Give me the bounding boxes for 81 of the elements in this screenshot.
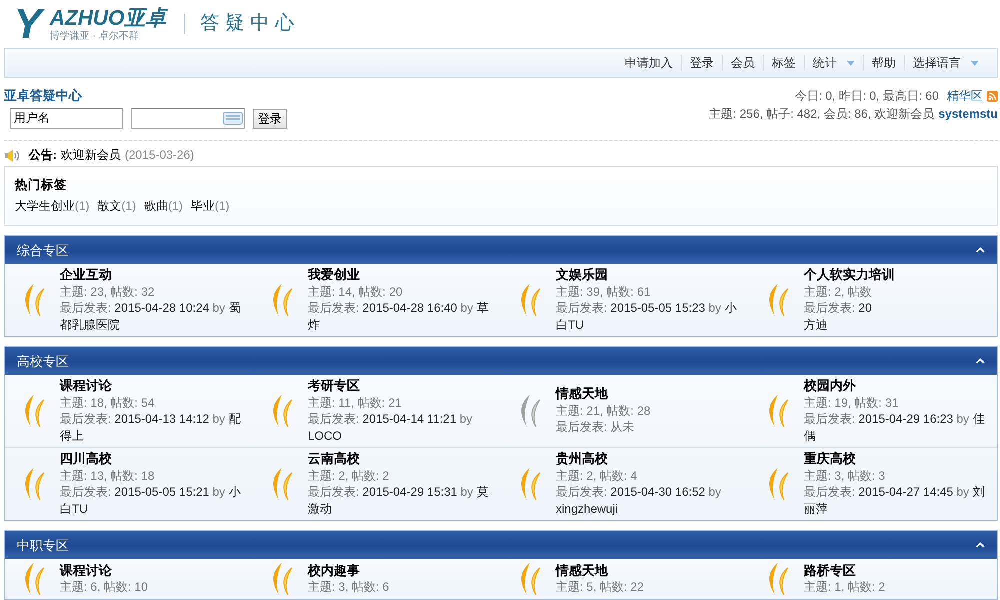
forum-link[interactable]: 情感天地: [556, 386, 608, 403]
forum-stats: 主题: 2, 帖数: 2: [308, 468, 390, 484]
section-title: 综合专区: [17, 242, 69, 258]
tag-link[interactable]: 歌曲: [144, 198, 168, 215]
last-post-text: 最后发表: 2015-04-28 10:24 by 蜀都乳腺医院: [60, 300, 242, 333]
last-post-text: 最后发表: 2015-04-29 16:23 by 佳偶: [804, 411, 986, 444]
forum-link[interactable]: 考研专区: [308, 378, 360, 394]
forum-stats: 主题: 39, 帖数: 61: [556, 284, 652, 300]
nav-link[interactable]: 会员: [723, 54, 763, 72]
last-post-text: 最后发表: 2015-05-05 15:23 by 小白TU: [556, 300, 738, 333]
today-stats: 今日: 0, 昨日: 0, 最高日: 60: [794, 88, 939, 105]
announcement-link[interactable]: 欢迎新会员: [61, 147, 121, 164]
last-post-text: 最后发表: 20 方迪: [804, 300, 874, 333]
announcement-date: (2015-03-26): [125, 147, 194, 164]
tag-link[interactable]: 散文: [98, 198, 122, 215]
tags-title: 热门标签: [15, 177, 68, 194]
nav-link[interactable]: 统计: [805, 54, 863, 72]
forum-link[interactable]: 企业互动: [60, 267, 112, 284]
tag-link[interactable]: 毕业: [191, 198, 216, 215]
forum-stats: 主题: 18, 帖数: 54: [60, 394, 156, 411]
login-button[interactable]: 登录: [253, 108, 287, 128]
forum-stats: 主题: 21, 帖数: 28: [556, 402, 652, 420]
last-post-text: 最后发表: 2015-04-27 14:45 by 刘丽萍: [804, 484, 986, 517]
digest-link[interactable]: 精华区: [947, 87, 983, 105]
username-field[interactable]: 用户名: [10, 108, 123, 129]
forum-stats: 主题: 1, 帖数: 2: [804, 579, 886, 596]
forum-stats: 主题: 19, 帖数: 31: [804, 394, 900, 411]
nav-link[interactable]: 登录: [682, 54, 722, 72]
logo-wordmark: AZHUO亚卓: [50, 7, 170, 30]
last-post-text: 最后发表: 从未: [556, 419, 636, 436]
nav-link[interactable]: 选择语言: [905, 54, 987, 72]
last-post-text: 最后发表: 2015-04-14 11:21 by LOCO: [308, 411, 474, 444]
last-post-text: 最后发表: 2015-04-29 15:31 by 莫激动: [308, 484, 490, 517]
tag-link[interactable]: 大学生创业: [15, 198, 75, 215]
collapse-chevron-icon[interactable]: [976, 542, 985, 548]
forum-link[interactable]: 重庆高校: [804, 451, 856, 468]
last-post-text: 最后发表: 2015-04-28 16:40 by 草炸: [308, 300, 490, 333]
forum-stats: 主题: 14, 帖数: 20: [308, 284, 404, 300]
collapse-chevron-icon[interactable]: [976, 358, 985, 364]
forum-link[interactable]: 校园内外: [804, 378, 856, 394]
forum-link[interactable]: 情感天地: [556, 562, 608, 579]
forum-link[interactable]: 课程讨论: [60, 378, 112, 394]
totals-stats: 主题: 256, 帖子: 482, 会员: 86, 欢迎新会员: [709, 106, 935, 123]
section-title: 高校专区: [17, 352, 69, 370]
forum-link[interactable]: 我爱创业: [308, 267, 360, 284]
forum-link[interactable]: 个人软实力培训: [804, 267, 895, 284]
last-post-text: 最后发表: 2015-04-30 16:52 by xingzhewuji: [556, 484, 722, 517]
site-name-heading: 亚卓答疑中心: [4, 87, 84, 104]
forum-link[interactable]: 路桥专区: [804, 562, 856, 579]
forum-link[interactable]: 文娱乐园: [556, 267, 608, 284]
forum-stats: 主题: 23, 帖数: 32: [60, 284, 156, 300]
forum-stats: 主题: 3, 帖数: 3: [804, 468, 886, 484]
site-title: 答疑中心: [200, 12, 301, 36]
newest-member-link[interactable]: systemstu: [938, 105, 998, 123]
nav-link[interactable]: 标签: [764, 54, 804, 72]
forum-link[interactable]: 贵州高校: [556, 451, 608, 468]
nav-link[interactable]: 帮助: [864, 54, 904, 72]
tag-count: (1): [215, 198, 230, 215]
nav-link[interactable]: 申请加入: [617, 54, 681, 72]
forum-stats: 主题: 5, 帖数: 22: [556, 579, 646, 596]
announcement-label: 公告:: [29, 147, 57, 164]
logo-slogan: 博学谦亚 · 卓尔不群: [50, 31, 140, 42]
section-title: 中职专区: [17, 536, 69, 554]
tag-count: (1): [75, 198, 90, 215]
logo-letter: Y: [12, 1, 50, 47]
forum-link[interactable]: 云南高校: [308, 451, 360, 468]
speaker-icon: [4, 148, 21, 162]
forum-link[interactable]: 四川高校: [60, 451, 112, 468]
forum-stats: 主题: 3, 帖数: 6: [308, 579, 390, 596]
last-post-text: 最后发表: 2015-04-13 14:12 by 配得上: [60, 411, 242, 444]
forum-stats: 主题: 6, 帖数: 10: [60, 579, 150, 596]
collapse-chevron-icon[interactable]: [976, 247, 985, 253]
forum-stats: 主题: 2, 帖数: 4: [556, 468, 638, 484]
last-post-text: 最后发表: 2015-05-05 15:21 by 小白TU: [60, 484, 242, 517]
forum-link[interactable]: 课程讨论: [60, 562, 112, 579]
tag-count: (1): [122, 198, 136, 215]
forum-stats: 主题: 11, 帖数: 21: [308, 394, 403, 411]
tag-count: (1): [168, 198, 184, 215]
forum-stats: 主题: 2, 帖数: [804, 284, 874, 300]
forum-link[interactable]: 校内趣事: [308, 562, 360, 579]
forum-stats: 主题: 13, 帖数: 18: [60, 468, 156, 484]
